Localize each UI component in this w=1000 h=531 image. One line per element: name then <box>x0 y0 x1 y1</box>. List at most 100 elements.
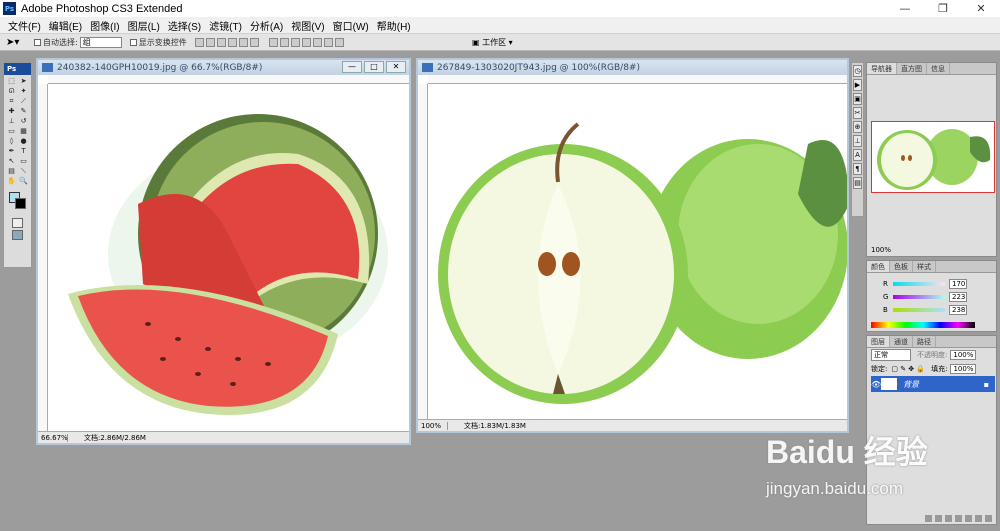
distribute-buttons[interactable] <box>268 37 346 47</box>
screen-mode-button[interactable] <box>12 230 23 240</box>
tool-presets-icon[interactable]: ▣ <box>853 93 862 105</box>
history-panel-icon[interactable]: ◷ <box>853 65 862 77</box>
layer-style-icon[interactable] <box>935 515 942 522</box>
stamp-panel-icon[interactable]: ⊥ <box>853 135 862 147</box>
new-layer-icon[interactable] <box>975 515 982 522</box>
lasso-tool-icon[interactable]: ᘏ <box>6 87 17 96</box>
adjustment-layer-icon[interactable] <box>955 515 962 522</box>
document-window-watermelon[interactable]: 240382-140GPH10019.jpg @ 66.7%(RGB/8#) —… <box>36 58 411 445</box>
layer-comps-icon[interactable]: ▤ <box>853 177 862 189</box>
show-transform-checkbox[interactable]: 显示变换控件 <box>129 37 187 48</box>
tab-layers[interactable]: 图层 <box>867 336 890 347</box>
tab-histogram[interactable]: 直方图 <box>897 63 927 74</box>
green-slider[interactable] <box>893 294 945 299</box>
tab-color[interactable]: 颜色 <box>867 261 890 272</box>
image-canvas[interactable] <box>48 84 409 431</box>
navigator-thumbnail[interactable] <box>871 121 995 193</box>
history-brush-icon[interactable]: ↺ <box>18 117 29 126</box>
menu-window[interactable]: 窗口(W) <box>329 18 373 33</box>
stamp-tool-icon[interactable]: ⊥ <box>6 117 17 126</box>
menu-image[interactable]: 图像(I) <box>86 18 123 33</box>
auto-select-dropdown[interactable]: 组 <box>79 36 122 48</box>
dodge-tool-icon[interactable]: ● <box>18 137 29 146</box>
slice-tool-icon[interactable]: ⟋ <box>18 97 29 106</box>
blue-channel-row[interactable]: B 238 <box>883 303 996 316</box>
doc-maximize-button[interactable]: □ <box>364 61 384 73</box>
character-panel-icon[interactable]: A <box>853 149 862 161</box>
menu-analysis[interactable]: 分析(A) <box>246 18 287 33</box>
layer-row-background[interactable]: 👁 背景 ▪ <box>871 376 995 392</box>
red-slider[interactable] <box>893 281 945 286</box>
menu-file[interactable]: 文件(F) <box>4 18 45 33</box>
zoom-tool-icon[interactable]: 🔍 <box>18 177 29 186</box>
eye-icon[interactable]: 👁 <box>871 380 881 389</box>
red-channel-row[interactable]: R 170 <box>883 277 996 290</box>
eyedropper-icon[interactable]: ⟍ <box>18 167 29 176</box>
menu-filter[interactable]: 滤镜(T) <box>205 18 246 33</box>
eraser-tool-icon[interactable]: ▭ <box>6 127 17 136</box>
tab-swatches[interactable]: 色板 <box>890 261 913 272</box>
fill-input[interactable]: 100% <box>950 364 977 374</box>
move-icon[interactable]: ➤ <box>18 77 29 86</box>
workspace-button[interactable]: ▣ 工作区 ▾ <box>472 37 513 48</box>
shape-tool-icon[interactable]: ▭ <box>18 157 29 166</box>
tab-styles[interactable]: 样式 <box>913 261 936 272</box>
opacity-label: 不透明度: <box>917 351 948 359</box>
document-titlebar[interactable]: 267849-1303020JT943.jpg @ 100%(RGB/8#) <box>418 60 847 75</box>
green-channel-row[interactable]: G 223 <box>883 290 996 303</box>
move-tool-icon[interactable]: ➤▾ <box>6 37 26 48</box>
background-color[interactable] <box>15 198 26 209</box>
magic-wand-icon[interactable]: ✦ <box>18 87 29 96</box>
minimize-button[interactable]: — <box>886 0 924 17</box>
crop-tool-icon[interactable]: ⌗ <box>6 97 17 106</box>
path-select-icon[interactable]: ↖ <box>6 157 17 166</box>
type-tool-icon[interactable]: T <box>18 147 29 156</box>
notes-tool-icon[interactable]: ▤ <box>6 167 17 176</box>
doc-minimize-button[interactable]: — <box>342 61 362 73</box>
navigator-zoom[interactable]: 100% <box>871 246 891 254</box>
menu-help[interactable]: 帮助(H) <box>373 18 415 33</box>
delete-layer-icon[interactable] <box>985 515 992 522</box>
color-spectrum[interactable] <box>871 322 975 328</box>
tab-paths[interactable]: 路径 <box>913 336 936 347</box>
new-group-icon[interactable] <box>965 515 972 522</box>
brushes-panel-icon[interactable]: ✂ <box>853 107 862 119</box>
gradient-tool-icon[interactable]: ▦ <box>18 127 29 136</box>
actions-panel-icon[interactable]: ▶ <box>853 79 862 91</box>
brush-tool-icon[interactable]: ✎ <box>18 107 29 116</box>
healing-tool-icon[interactable]: ✚ <box>6 107 17 116</box>
lock-icons[interactable]: ▢ ✎ ✥ 🔒 <box>891 365 925 373</box>
maximize-button[interactable]: ❐ <box>924 0 962 17</box>
tab-info[interactable]: 信息 <box>927 63 950 74</box>
auto-select-checkbox[interactable]: 自动选择: <box>34 37 78 48</box>
marquee-tool-icon[interactable]: ⬚ <box>6 77 17 86</box>
clone-source-icon[interactable]: ⊕ <box>853 121 862 133</box>
document-window-apple[interactable]: 267849-1303020JT943.jpg @ 100%(RGB/8#) 1… <box>416 58 849 433</box>
menu-select[interactable]: 选择(S) <box>164 18 205 33</box>
hand-tool-icon[interactable]: ✋ <box>6 177 17 186</box>
menu-edit[interactable]: 编辑(E) <box>45 18 86 33</box>
blue-value[interactable]: 238 <box>949 304 967 315</box>
blur-tool-icon[interactable]: ◊ <box>6 137 17 146</box>
color-swatches[interactable] <box>4 192 31 216</box>
green-value[interactable]: 223 <box>949 291 967 302</box>
doc-close-button[interactable]: ✕ <box>386 61 406 73</box>
paragraph-panel-icon[interactable]: ¶ <box>853 163 862 175</box>
opacity-input[interactable]: 100% <box>950 350 977 360</box>
blue-slider[interactable] <box>893 307 945 312</box>
align-buttons[interactable] <box>194 37 261 47</box>
pen-tool-icon[interactable]: ✒ <box>6 147 17 156</box>
layer-mask-icon[interactable] <box>945 515 952 522</box>
image-canvas[interactable] <box>428 84 847 419</box>
menu-view[interactable]: 视图(V) <box>287 18 328 33</box>
zoom-level[interactable]: 100% <box>418 421 448 430</box>
tab-channels[interactable]: 通道 <box>890 336 913 347</box>
close-button[interactable]: ✕ <box>962 0 1000 17</box>
blend-mode-select[interactable]: 正常 <box>871 349 911 361</box>
quick-mask-button[interactable] <box>12 218 23 228</box>
red-value[interactable]: 170 <box>949 278 967 289</box>
zoom-level[interactable]: 66.67% <box>38 433 68 442</box>
tab-navigator[interactable]: 导航器 <box>867 63 897 74</box>
menu-layer[interactable]: 图层(L) <box>124 18 164 33</box>
link-layers-icon[interactable] <box>925 515 932 522</box>
